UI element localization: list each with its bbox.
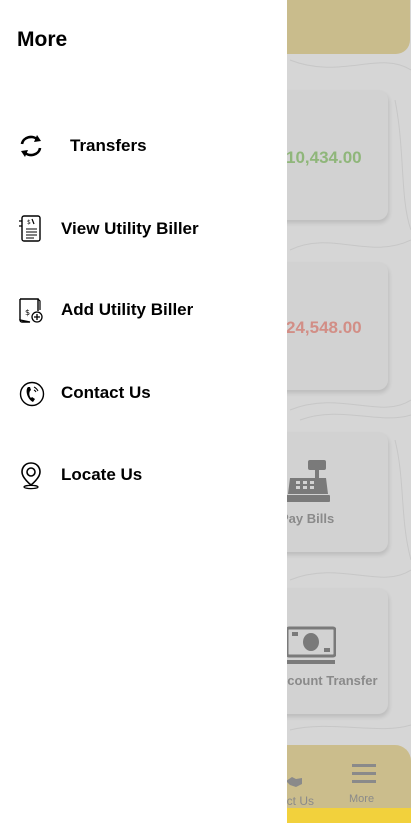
menu-item-label: Contact Us	[61, 383, 151, 402]
menu-item-label: Locate Us	[61, 465, 143, 484]
svg-text:$: $	[25, 308, 30, 317]
nav-more-label[interactable]: More	[349, 793, 374, 805]
menu-item-view-utility-biller[interactable]: $ View Utility Biller	[0, 207, 287, 253]
add-bill-icon: $	[19, 298, 43, 323]
cash-icon	[286, 626, 336, 664]
cash-register-icon	[286, 460, 330, 502]
menu-icon[interactable]	[352, 763, 376, 785]
balance-amount: 24,548.00	[286, 318, 362, 337]
menu-item-label: Add Utility Biller	[61, 300, 194, 319]
menu-item-contact-us[interactable]: Contact Us	[0, 371, 287, 417]
account-transfer-label: ccount Transfer	[280, 673, 378, 688]
handshake-icon	[286, 777, 302, 787]
menu-item-transfers[interactable]: Transfers	[0, 124, 287, 170]
balance-amount: 10,434.00	[286, 148, 362, 167]
menu-item-locate-us[interactable]: Locate Us	[0, 453, 287, 499]
navigation-drawer: More Transfers $ View Utility Biller $ A…	[0, 0, 287, 823]
menu-item-label: View Utility Biller	[61, 219, 199, 238]
location-pin-icon	[21, 462, 41, 490]
svg-text:$: $	[27, 219, 31, 226]
pay-bills-label: Pay Bills	[280, 511, 335, 526]
phone-icon	[19, 381, 45, 407]
drawer-title: More	[17, 28, 68, 51]
menu-item-add-utility-biller[interactable]: $ Add Utility Biller	[0, 288, 287, 334]
bill-document-icon: $	[19, 215, 41, 242]
menu-item-label: Transfers	[70, 136, 147, 155]
refresh-icon	[20, 135, 42, 157]
